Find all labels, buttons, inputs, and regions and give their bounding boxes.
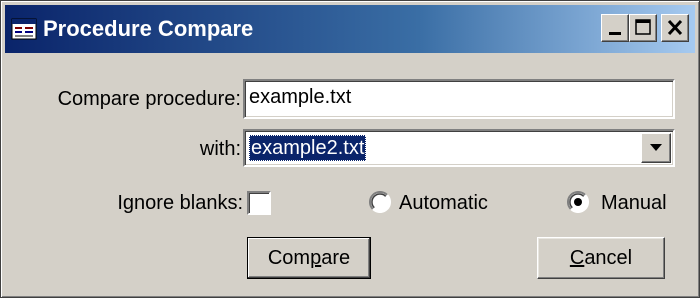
radio-automatic-label[interactable]: Automatic [399,191,488,215]
with-combobox[interactable]: example2.txt [243,129,675,167]
close-button[interactable] [661,14,689,42]
chevron-down-icon [650,144,662,151]
compare-button-label-post: are [321,247,351,269]
app-icon[interactable] [11,17,37,41]
title-bar[interactable]: Procedure Compare [5,5,695,53]
close-icon [667,19,683,36]
compare-procedure-input[interactable]: example.txt [243,79,675,119]
maximize-icon [635,19,651,35]
cancel-button-label-post: ancel [584,247,633,269]
ignore-blanks-checkbox[interactable] [247,191,271,215]
minimize-icon [609,32,621,35]
window-title: Procedure Compare [43,16,254,41]
radio-manual-label[interactable]: Manual [601,191,667,215]
combobox-dropdown-button[interactable] [641,133,671,163]
compare-procedure-label: Compare procedure: [57,88,241,110]
compare-button[interactable]: Compare [247,237,371,279]
cancel-button[interactable]: Cancel [537,237,665,279]
compare-button-accel: p [310,247,322,269]
ignore-blanks-label: Ignore blanks: [117,192,243,214]
compare-procedure-value: example.txt [249,86,352,108]
radio-automatic[interactable] [369,191,391,213]
radio-manual[interactable] [567,191,589,213]
with-label: with: [199,138,241,160]
minimize-button[interactable] [601,14,629,42]
procedure-compare-window: Procedure Compare Compare procedure: exa… [0,0,700,298]
radio-dot [574,198,582,206]
cancel-button-accel: C [569,247,585,269]
maximize-button[interactable] [629,14,657,42]
compare-button-label-pre: Com [267,247,311,269]
with-combobox-value: example2.txt [249,135,367,161]
